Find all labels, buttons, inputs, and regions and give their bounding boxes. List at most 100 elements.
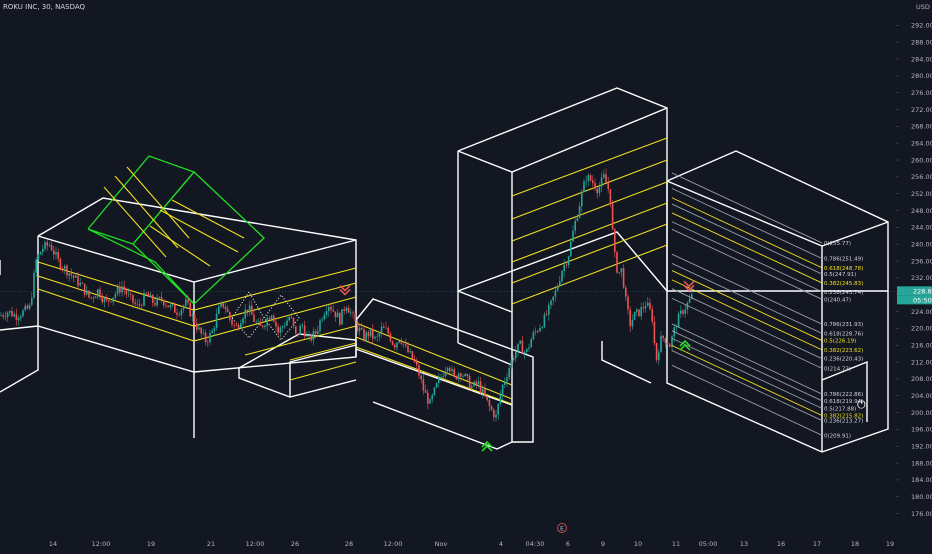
candle-body [369,328,372,337]
candle-body [266,317,268,326]
candle-body [233,324,235,326]
candle-body [394,344,396,348]
candle-body [209,332,211,343]
candle-body [530,339,532,348]
candle-body [202,332,205,334]
fib-label: 0.382(245.83) [824,281,863,287]
candle-body [662,335,664,338]
candle-body [620,268,623,273]
candle-body [361,328,363,329]
candle-series [0,168,693,422]
price-tag-text: 05:50 [913,296,932,304]
candle-body [42,248,44,252]
candle-body [431,395,433,400]
candle-body [457,373,460,380]
candle-body [521,340,524,354]
candle-body [594,182,596,189]
candle-body [297,333,299,335]
x-tick-label: 05:00 [699,540,718,548]
y-tick-label: 188.00 [911,459,932,467]
candle-body [345,307,348,311]
candle-body [334,311,337,318]
y-tick-label: 292.00 [911,22,932,30]
candle-body [420,375,422,380]
candle-body [488,399,491,407]
candle-body [523,351,526,354]
candle-body [207,342,209,343]
candle-body [539,328,541,332]
chart-canvas[interactable]: USD 292.00 288.00 284.00 280.00 276.00 272.00 2… [0,0,932,550]
candle-body [286,320,288,326]
candle-body [669,344,671,348]
candle-body [541,327,543,329]
candle-body [169,305,172,308]
fib-line [671,263,823,334]
channel-line [126,166,190,239]
candle-body [347,307,350,313]
candle-body [200,327,202,334]
candle-body [497,404,499,415]
candle-body [380,326,383,334]
candle-body [374,336,376,339]
candle-body [508,368,510,378]
candle-body [268,317,271,320]
candle-body [682,310,684,314]
candle-body [158,296,161,298]
fib-label: 0.236(213.27) [824,419,863,425]
candle-body [515,351,517,359]
candle-body [398,341,400,343]
candle-body [66,265,68,276]
box-edge [0,326,39,393]
y-axis-unit: USD [916,3,930,11]
candle-body [495,414,497,418]
box-edge [37,197,357,373]
x-tick-label: 28 [345,540,353,548]
candle-body [13,314,15,317]
candle-body [259,321,262,326]
candle-body [123,286,125,291]
candle-body [385,327,387,329]
candle-body [149,294,152,297]
x-tick-label: 17 [813,540,821,548]
candle-body [178,314,180,316]
candle-body [24,305,26,311]
candle-body [402,343,405,345]
candle-body [15,314,18,321]
candle-body [92,297,95,299]
candle-body [325,311,328,315]
candle-body [319,320,321,331]
candle-body [176,312,178,315]
fib-line [671,288,823,360]
candle-body [22,310,24,317]
chart-area[interactable]: USD 292.00 288.00 284.00 280.00 276.00 272.00 2… [0,0,932,550]
candle-body [97,289,99,297]
candle-body [658,352,660,361]
candle-body [242,318,244,324]
x-tick-label: 04:30 [526,540,545,548]
x-tick-label: 12:00 [92,540,111,548]
candle-body [418,365,420,376]
candle-body [616,252,618,273]
candle-body [552,296,554,301]
candle-body [284,325,286,327]
y-tick-label: 184.00 [911,476,932,484]
candle-body [61,268,64,269]
candle-body [688,298,691,303]
price-tags: 228.8105:50 [897,286,932,305]
fib-label: 0.618(248.78) [824,266,863,272]
candle-body [141,305,143,306]
candle-body [116,286,119,294]
candle-body [427,392,429,404]
candle-body [633,311,636,320]
fib-label: 0(214.73) [824,366,851,372]
candle-body [570,241,572,257]
candle-body [517,343,519,352]
candle-body [79,282,81,286]
candle-body [163,299,165,306]
candle-body [182,305,185,310]
candle-body [332,309,334,312]
candle-body [627,296,629,310]
candle-body [526,348,528,352]
y-tick-label: 232.00 [911,274,932,282]
x-tick-label: 4 [499,540,503,548]
